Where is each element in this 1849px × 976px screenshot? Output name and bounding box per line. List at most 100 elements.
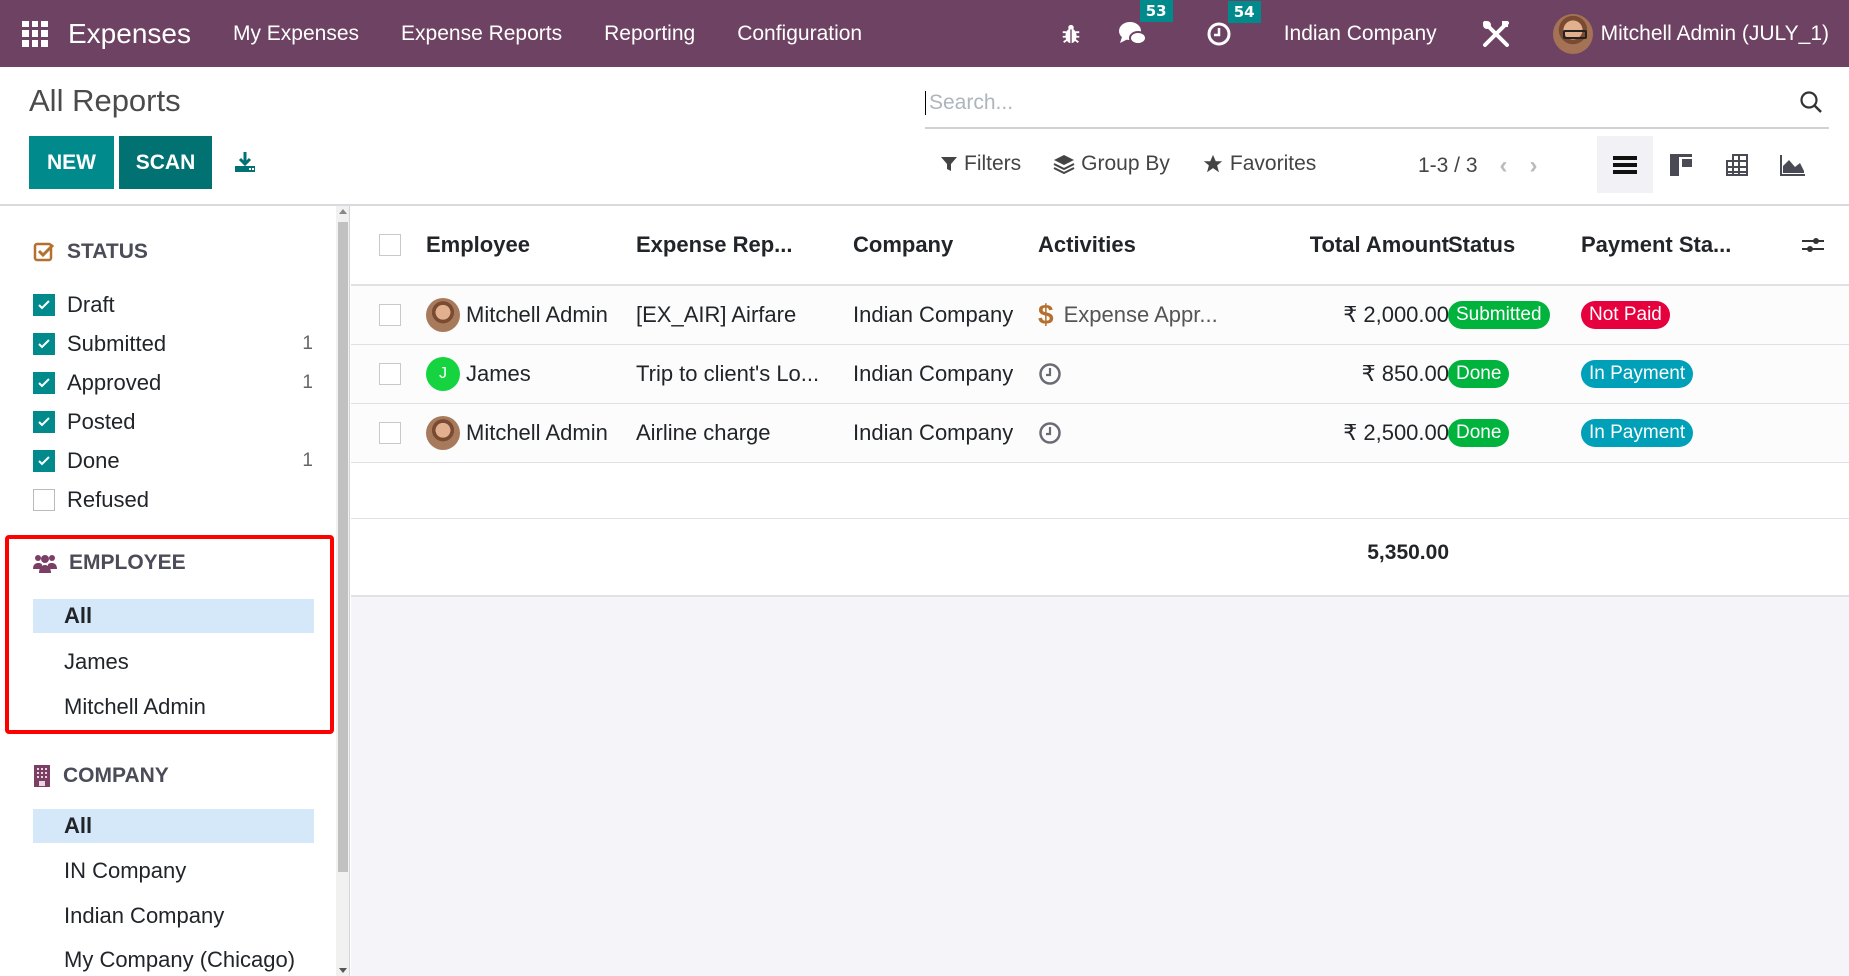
pager: 1-3 / 3 ‹ › bbox=[1418, 152, 1538, 180]
scrollbar-thumb[interactable] bbox=[338, 222, 348, 872]
menu-my-expenses[interactable]: My Expenses bbox=[233, 22, 359, 46]
list-view-button[interactable] bbox=[1597, 136, 1653, 193]
kanban-view-button[interactable] bbox=[1653, 136, 1709, 193]
status-filter-submitted[interactable]: Submitted 1 bbox=[33, 327, 323, 361]
status-filter-draft[interactable]: Draft bbox=[33, 288, 323, 322]
new-button[interactable]: NEW bbox=[29, 136, 114, 189]
employee-filter-mitchell-admin[interactable]: Mitchell Admin bbox=[33, 690, 314, 724]
status-filter-label: Submitted bbox=[67, 331, 167, 356]
status-filter-approved[interactable]: Approved 1 bbox=[33, 366, 323, 400]
row-checkbox[interactable] bbox=[379, 363, 401, 385]
status-checkbox[interactable] bbox=[33, 411, 55, 433]
view-switcher bbox=[1597, 136, 1821, 193]
pager-next-icon[interactable]: › bbox=[1530, 152, 1538, 180]
scroll-down-arrow-icon[interactable] bbox=[339, 968, 347, 973]
company-switcher[interactable]: Indian Company bbox=[1284, 22, 1437, 46]
status-filter-refused[interactable]: Refused bbox=[33, 483, 323, 517]
favorites-button[interactable]: Favorites bbox=[1202, 152, 1316, 176]
table-footer-total: 5,350.00 bbox=[351, 519, 1849, 597]
optional-columns-toggle[interactable] bbox=[1801, 234, 1825, 256]
status-filter-count: 1 bbox=[302, 333, 313, 354]
status-checkbox[interactable] bbox=[33, 450, 55, 472]
status-checkbox[interactable] bbox=[33, 489, 55, 511]
employee-name: Mitchell Admin bbox=[466, 420, 608, 445]
table-row[interactable]: Mitchell Admin Airline charge Indian Compa… bbox=[351, 404, 1849, 463]
employee-cell: J James bbox=[426, 357, 531, 391]
pager-previous-icon[interactable]: ‹ bbox=[1500, 152, 1508, 180]
menu-configuration[interactable]: Configuration bbox=[737, 22, 862, 46]
menu-reporting[interactable]: Reporting bbox=[604, 22, 695, 46]
table-row[interactable]: J James Trip to client's Lo... Indian Compa… bbox=[351, 345, 1849, 404]
group-by-button[interactable]: Group By bbox=[1053, 152, 1170, 176]
list-view-content: Employee Expense Rep... Company Activiti… bbox=[351, 206, 1849, 976]
status-badge: Submitted bbox=[1448, 301, 1550, 329]
messages-count-badge: 53 bbox=[1139, 0, 1173, 22]
filters-label: Filters bbox=[964, 152, 1022, 175]
column-header-employee[interactable]: Employee bbox=[426, 232, 530, 258]
settings-tools-icon[interactable] bbox=[1481, 19, 1511, 49]
clock-icon[interactable] bbox=[1038, 421, 1062, 445]
search-icon[interactable] bbox=[1799, 90, 1823, 119]
clock-icon[interactable] bbox=[1038, 362, 1062, 386]
dollar-icon[interactable]: $ bbox=[1038, 299, 1054, 331]
user-menu[interactable]: Mitchell Admin (JULY_1) bbox=[1552, 13, 1829, 54]
company-filter-my-company-chicago[interactable]: My Company (Chicago) bbox=[33, 943, 314, 976]
page-title: All Reports bbox=[29, 83, 181, 118]
row-checkbox[interactable] bbox=[379, 304, 401, 326]
employee-avatar bbox=[426, 416, 460, 450]
filter-icon bbox=[941, 157, 957, 171]
app-name[interactable]: Expenses bbox=[68, 18, 191, 50]
company-filter-all[interactable]: All bbox=[33, 809, 314, 843]
group-by-label: Group By bbox=[1081, 152, 1170, 175]
area-chart-icon bbox=[1780, 154, 1805, 176]
payment-status-badge: In Payment bbox=[1581, 360, 1694, 388]
menu-expense-reports[interactable]: Expense Reports bbox=[401, 22, 562, 46]
status-filter-done[interactable]: Done 1 bbox=[33, 444, 323, 478]
download-icon[interactable] bbox=[234, 151, 256, 178]
employee-name: Mitchell Admin bbox=[466, 302, 608, 327]
check-square-icon bbox=[33, 242, 55, 262]
employee-cell: Mitchell Admin bbox=[426, 416, 608, 450]
checkmark-icon bbox=[38, 417, 50, 427]
company-filter-indian-company[interactable]: Indian Company bbox=[33, 899, 314, 933]
graph-view-button[interactable] bbox=[1765, 136, 1821, 193]
column-header-total-amount[interactable]: Total Amount bbox=[1231, 232, 1449, 258]
messages-icon[interactable]: 53 bbox=[1118, 0, 1173, 48]
status-checkbox[interactable] bbox=[33, 294, 55, 316]
employee-filter-all[interactable]: All bbox=[33, 599, 314, 633]
employee-filter-james[interactable]: James bbox=[33, 645, 314, 679]
apps-menu-icon[interactable] bbox=[22, 20, 48, 47]
company-filter-in-company[interactable]: IN Company bbox=[33, 854, 314, 888]
column-header-company[interactable]: Company bbox=[853, 232, 953, 258]
column-header-expense-report[interactable]: Expense Rep... bbox=[636, 232, 841, 258]
status-filter-posted[interactable]: Posted bbox=[33, 405, 323, 439]
row-checkbox[interactable] bbox=[379, 422, 401, 444]
filters-button[interactable]: Filters bbox=[940, 152, 1021, 176]
checkmark-icon bbox=[38, 456, 50, 466]
sidebar-scrollbar[interactable] bbox=[336, 206, 350, 976]
search-input[interactable] bbox=[925, 91, 1765, 115]
star-icon bbox=[1203, 154, 1223, 173]
select-all-checkbox[interactable] bbox=[379, 234, 401, 256]
column-header-status[interactable]: Status bbox=[1448, 232, 1515, 258]
column-header-activities[interactable]: Activities bbox=[1038, 232, 1238, 258]
top-navbar: Expenses My Expenses Expense Reports Rep… bbox=[0, 0, 1849, 67]
employee-section-title: EMPLOYEE bbox=[33, 551, 186, 575]
column-header-payment-status[interactable]: Payment Sta... bbox=[1581, 232, 1731, 258]
status-checkbox[interactable] bbox=[33, 333, 55, 355]
status-filter-label: Refused bbox=[67, 487, 149, 512]
scan-button[interactable]: SCAN bbox=[119, 136, 212, 189]
scroll-up-arrow-icon[interactable] bbox=[339, 209, 347, 214]
layers-icon bbox=[1053, 155, 1075, 174]
pager-value[interactable]: 1-3 / 3 bbox=[1418, 154, 1478, 178]
debug-bug-icon[interactable] bbox=[1060, 23, 1082, 45]
table-row[interactable]: Mitchell Admin [EX_AIR] Airfare Indian Com… bbox=[351, 286, 1849, 345]
total-amount-cell: ₹ 850.00 bbox=[1361, 361, 1449, 386]
table-header-row: Employee Expense Rep... Company Activiti… bbox=[351, 206, 1849, 286]
status-filter-label: Draft bbox=[67, 292, 115, 317]
pivot-view-button[interactable] bbox=[1709, 136, 1765, 193]
status-checkbox[interactable] bbox=[33, 372, 55, 394]
activities-clock-icon[interactable]: 54 bbox=[1206, 0, 1261, 47]
checkmark-icon bbox=[38, 300, 50, 310]
expense-reports-table: Employee Expense Rep... Company Activiti… bbox=[351, 206, 1849, 597]
